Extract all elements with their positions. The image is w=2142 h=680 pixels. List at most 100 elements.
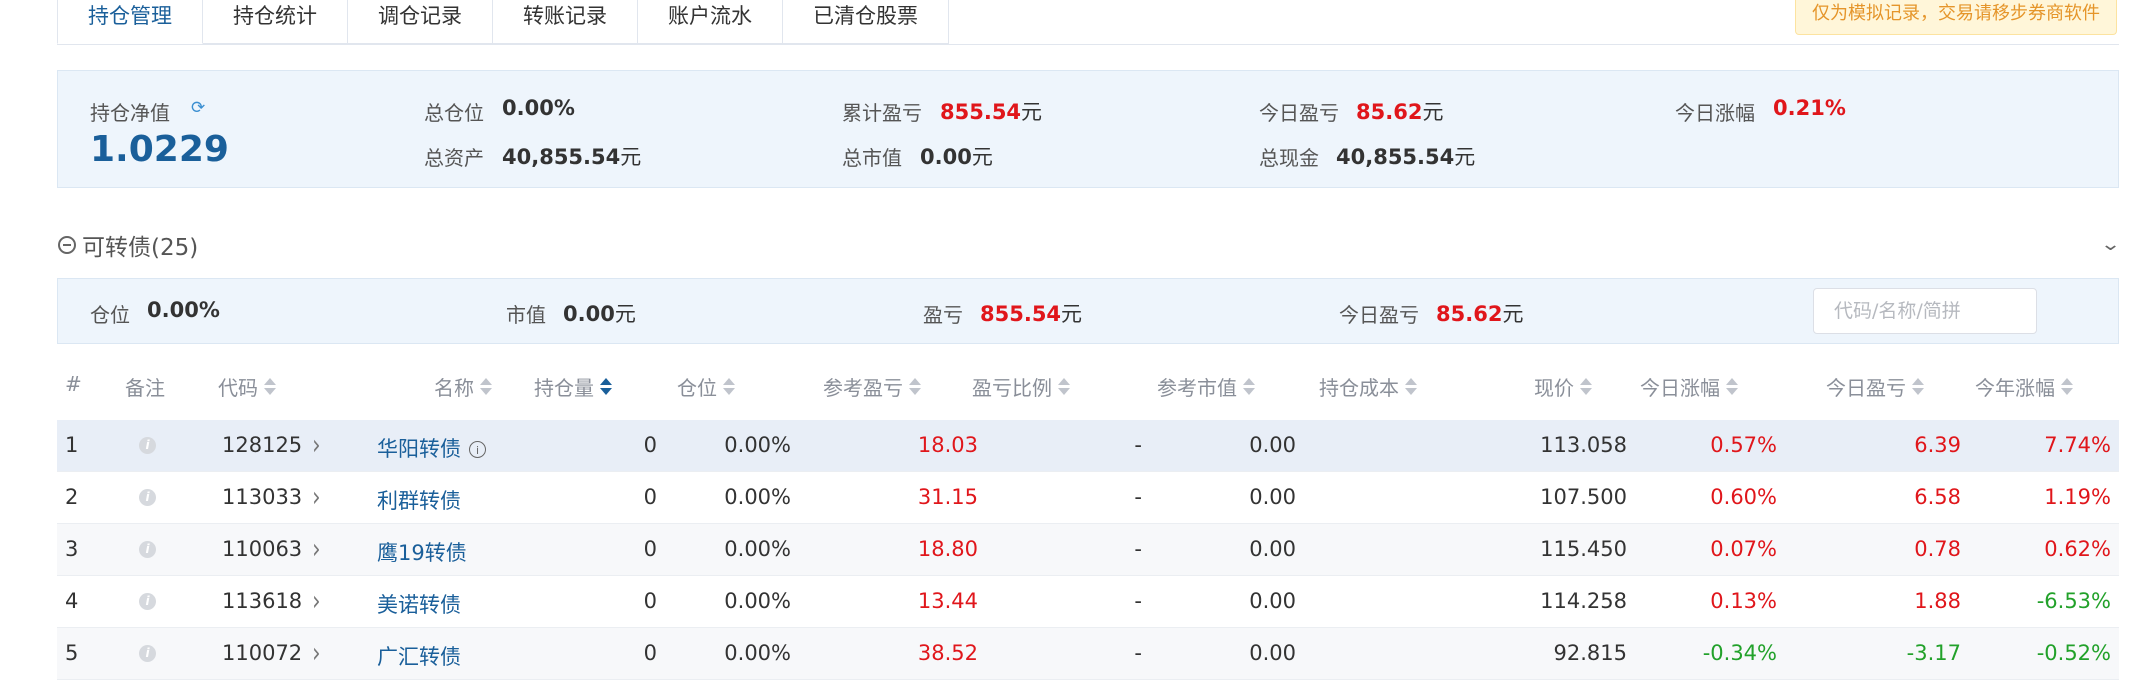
row-code[interactable]: 110072 ›: [222, 637, 321, 668]
portfolio-summary: 持仓净值 ⟳ 1.0229 总仓位 0.00% 总资产 40,855.54元 累…: [57, 70, 2119, 188]
row-today-chg: -0.34%: [1702, 641, 1777, 665]
note-info-icon[interactable]: i: [139, 593, 156, 610]
table-row[interactable]: 4 i 113618 › 美诺转债 0 0.00% 13.44 - 0.00 11…: [57, 576, 2119, 628]
row-index: 1: [65, 433, 79, 457]
row-position: 0.00%: [724, 485, 791, 509]
today-chg-value: 0.21%: [1773, 96, 1846, 120]
col-price[interactable]: 现价: [1534, 372, 1592, 401]
row-ref-mv: 0.00: [1249, 589, 1296, 613]
row-today-chg: 0.07%: [1710, 537, 1777, 561]
row-code[interactable]: 113033 ›: [222, 481, 321, 512]
refresh-icon[interactable]: ⟳: [191, 99, 209, 117]
sort-icon: [264, 378, 276, 395]
row-today-chg: 0.57%: [1710, 433, 1777, 457]
tab-holdings-management[interactable]: 持仓管理: [57, 0, 203, 44]
note-info-icon[interactable]: i: [139, 541, 156, 558]
row-price: 113.058: [1540, 433, 1627, 457]
row-name[interactable]: 广汇转债: [377, 641, 461, 671]
row-name[interactable]: 华阳转债 i: [377, 433, 486, 463]
row-pnl-ratio: -: [1134, 589, 1142, 613]
tab-holdings-stats[interactable]: 持仓统计: [203, 0, 348, 44]
row-name[interactable]: 鹰19转债: [377, 537, 467, 567]
row-index: 5: [65, 641, 79, 665]
note-info-icon[interactable]: i: [139, 437, 156, 454]
col-index: #: [65, 372, 82, 396]
row-code[interactable]: 128125 ›: [222, 429, 321, 460]
row-index: 2: [65, 485, 79, 509]
tab-rebalance-records[interactable]: 调仓记录: [348, 0, 493, 44]
sort-icon: [1058, 378, 1070, 395]
row-name[interactable]: 利群转债: [377, 485, 461, 515]
section-today-pnl-label: 今日盈亏: [1339, 303, 1419, 327]
row-qty: 0: [643, 537, 657, 561]
collapse-icon: [58, 236, 76, 254]
row-ref-mv: 0.00: [1249, 641, 1296, 665]
table-row[interactable]: 5 i 110072 › 广汇转债 0 0.00% 38.52 - 0.00 92…: [57, 628, 2119, 680]
row-code[interactable]: 113618 ›: [222, 585, 321, 616]
section-title: 可转债(25): [82, 235, 199, 261]
col-pnl-ratio[interactable]: 盈亏比例: [972, 372, 1070, 401]
today-pnl-label: 今日盈亏: [1259, 101, 1339, 125]
nav-value: 1.0229: [90, 129, 229, 170]
col-code[interactable]: 代码: [218, 372, 276, 401]
sort-icon: [1243, 378, 1255, 395]
table-row[interactable]: 3 i 110063 › 鹰19转债 0 0.00% 18.80 - 0.00 1…: [57, 524, 2119, 576]
row-index: 4: [65, 589, 79, 613]
row-today-pnl: 0.78: [1914, 537, 1961, 561]
col-name[interactable]: 名称: [434, 372, 492, 401]
col-cost[interactable]: 持仓成本: [1319, 372, 1417, 401]
row-pnl-ratio: -: [1134, 537, 1142, 561]
col-qty[interactable]: 持仓量: [534, 372, 612, 401]
section-mv-value: 0.00元: [563, 302, 636, 326]
tab-transfer-records[interactable]: 转账记录: [493, 0, 638, 44]
row-pnl-ratio: -: [1134, 641, 1142, 665]
col-ytd-chg[interactable]: 今年涨幅: [1975, 372, 2073, 401]
col-ref-pnl[interactable]: 参考盈亏: [823, 372, 921, 401]
sort-icon: [2061, 378, 2073, 395]
chevron-right-icon: ›: [312, 429, 321, 461]
search-input[interactable]: [1813, 288, 2037, 334]
row-qty: 0: [643, 641, 657, 665]
total-mv-label: 总市值: [842, 146, 902, 170]
section-position-label: 仓位: [90, 303, 130, 327]
row-name[interactable]: 美诺转债: [377, 589, 461, 619]
col-ref-mv[interactable]: 参考市值: [1157, 372, 1255, 401]
note-info-icon[interactable]: i: [139, 489, 156, 506]
chevron-right-icon: ›: [312, 637, 321, 669]
row-pnl-ratio: -: [1134, 433, 1142, 457]
info-circle-icon[interactable]: i: [469, 441, 486, 458]
col-position[interactable]: 仓位: [677, 372, 735, 401]
row-ref-pnl: 18.03: [917, 433, 978, 457]
row-ytd-chg: 0.62%: [2044, 537, 2111, 561]
col-note: 备注: [125, 376, 165, 400]
col-today-pnl[interactable]: 今日盈亏: [1826, 372, 1924, 401]
section-position-value: 0.00%: [147, 298, 220, 322]
simulation-notice: 仅为模拟记录，交易请移步券商软件: [1795, 0, 2117, 35]
sort-icon: [1726, 378, 1738, 395]
row-ytd-chg: -6.53%: [2036, 589, 2111, 613]
row-today-chg: 0.60%: [1710, 485, 1777, 509]
note-info-icon[interactable]: i: [139, 645, 156, 662]
total-assets-value: 40,855.54元: [502, 145, 642, 169]
row-ytd-chg: 1.19%: [2044, 485, 2111, 509]
sort-icon: [1580, 378, 1592, 395]
tab-account-flow[interactable]: 账户流水: [638, 0, 783, 44]
row-position: 0.00%: [724, 589, 791, 613]
section-toggle[interactable]: 可转债(25): [58, 228, 198, 262]
row-ref-pnl: 31.15: [917, 485, 978, 509]
cum-pnl-label: 累计盈亏: [842, 101, 922, 125]
table-row[interactable]: 2 i 113033 › 利群转债 0 0.00% 31.15 - 0.00 10…: [57, 472, 2119, 524]
row-index: 3: [65, 537, 79, 561]
row-qty: 0: [643, 485, 657, 509]
table-header: # 备注 代码 名称 持仓量 仓位 参考盈亏 盈亏比例 参考市值 持仓成本 现价…: [57, 356, 2119, 412]
chevron-down-icon[interactable]: ⌄: [2100, 234, 2121, 255]
row-ref-mv: 0.00: [1249, 485, 1296, 509]
row-today-chg: 0.13%: [1710, 589, 1777, 613]
tab-cleared-stocks[interactable]: 已清仓股票: [783, 0, 949, 44]
nav-label: 持仓净值: [90, 101, 170, 125]
sort-icon: [723, 378, 735, 395]
table-row[interactable]: 1 i 128125 › 华阳转债 i 0 0.00% 18.03 - 0.00 1…: [57, 420, 2119, 472]
row-code[interactable]: 110063 ›: [222, 533, 321, 564]
col-today-chg[interactable]: 今日涨幅: [1640, 372, 1738, 401]
section-summary: 仓位 0.00% 市值 0.00元 盈亏 855.54元 今日盈亏 85.62元: [57, 278, 2119, 344]
